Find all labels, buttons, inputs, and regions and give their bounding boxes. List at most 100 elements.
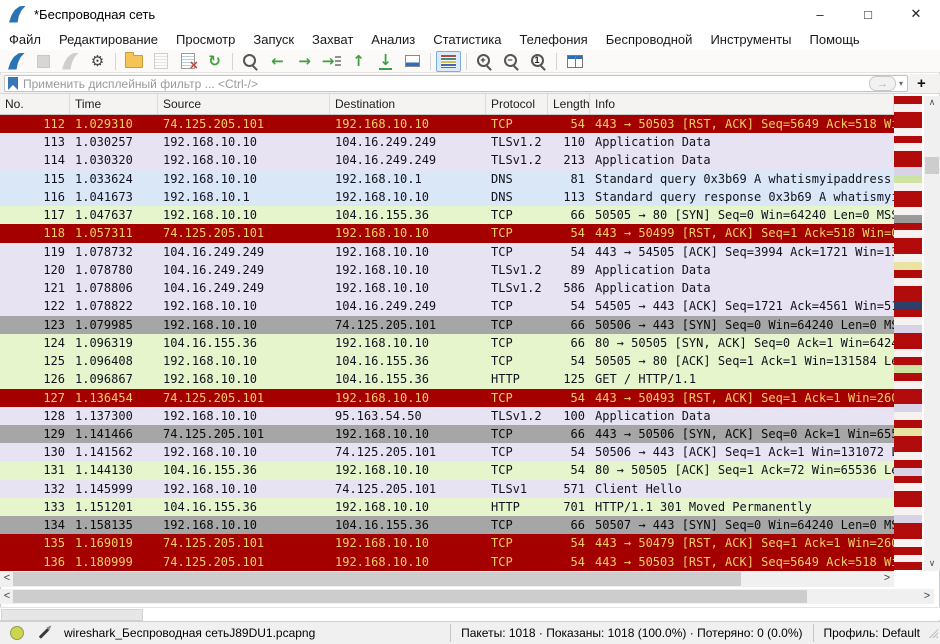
expert-info-icon[interactable] <box>10 626 24 640</box>
close-button[interactable]: ✕ <box>892 0 940 28</box>
packet-row[interactable]: 1341.158135192.168.10.10104.16.155.36TCP… <box>0 516 894 534</box>
zoom-in-button[interactable]: + <box>472 51 497 72</box>
open-file-button[interactable] <box>121 51 146 72</box>
menu-item-1[interactable]: Редактирование <box>50 32 167 47</box>
display-filter-box[interactable]: → ▾ <box>4 75 908 92</box>
cell-length: 54 <box>548 553 590 571</box>
profile-selector[interactable]: Профиль: Default <box>813 624 929 642</box>
menu-item-2[interactable]: Просмотр <box>167 32 244 47</box>
packet-row[interactable]: 1131.030257192.168.10.10104.16.249.249TL… <box>0 133 894 151</box>
scroll-left-icon[interactable]: < <box>0 571 14 587</box>
go-forward-button[interactable]: → <box>292 51 317 72</box>
resize-columns-button[interactable] <box>562 51 587 72</box>
minimize-button[interactable]: – <box>796 0 844 28</box>
go-back-button[interactable]: ← <box>265 51 290 72</box>
packet-row[interactable]: 1221.078822192.168.10.10104.16.249.249TC… <box>0 297 894 315</box>
go-to-packet-button[interactable]: → <box>319 51 344 72</box>
display-filter-input[interactable] <box>23 77 869 91</box>
menu-item-8[interactable]: Беспроводной <box>597 32 702 47</box>
capture-options-button[interactable]: ⚙ <box>85 51 110 72</box>
packet-row[interactable]: 1201.078780104.16.249.249192.168.10.10TL… <box>0 261 894 279</box>
menu-item-10[interactable]: Помощь <box>801 32 869 47</box>
scroll-down-icon[interactable]: ∨ <box>924 557 940 571</box>
reload-button[interactable]: ↻ <box>202 51 227 72</box>
column-header-length[interactable]: Length <box>548 94 590 114</box>
menu-item-6[interactable]: Статистика <box>424 32 510 47</box>
filter-dropdown-icon[interactable]: ▾ <box>899 79 903 88</box>
lower-hscrollbar[interactable]: < > <box>0 589 934 604</box>
add-filter-button[interactable]: + <box>917 75 926 92</box>
packet-row[interactable]: 1151.033624192.168.10.10192.168.10.1DNS8… <box>0 170 894 188</box>
menu-item-0[interactable]: Файл <box>0 32 50 47</box>
packet-row[interactable]: 1311.144130104.16.155.36192.168.10.10TCP… <box>0 461 894 479</box>
cell-no: 112 <box>0 115 70 133</box>
packet-list-hscrollbar[interactable]: < > <box>0 571 894 587</box>
packet-row[interactable]: 1121.02931074.125.205.101192.168.10.10TC… <box>0 115 894 133</box>
packet-row[interactable]: 1171.047637192.168.10.10104.16.155.36TCP… <box>0 206 894 224</box>
scroll-right-icon[interactable]: > <box>880 571 894 587</box>
go-last-button[interactable]: ↓ <box>373 51 398 72</box>
vertical-scrollbar[interactable]: ∧ ∨ <box>924 96 940 571</box>
packet-row[interactable]: 1211.078806104.16.249.249192.168.10.10TL… <box>0 279 894 297</box>
go-first-button[interactable]: ↑ <box>346 51 371 72</box>
scroll-left-icon[interactable]: < <box>0 589 14 604</box>
hscrollbar-thumb[interactable] <box>13 572 741 586</box>
cell-protocol: TCP <box>486 534 548 552</box>
cell-time: 1.057311 <box>70 224 158 242</box>
packet-row[interactable]: 1191.078732104.16.249.249192.168.10.10TC… <box>0 243 894 261</box>
column-header-destination[interactable]: Destination <box>330 94 486 114</box>
apply-filter-button[interactable]: → <box>869 76 896 91</box>
cell-no: 120 <box>0 261 70 279</box>
scroll-up-icon[interactable]: ∧ <box>924 96 940 110</box>
packet-row[interactable]: 1231.079985192.168.10.1074.125.205.101TC… <box>0 316 894 334</box>
packet-row[interactable]: 1271.13645474.125.205.101192.168.10.10TC… <box>0 389 894 407</box>
start-capture-button[interactable] <box>4 51 29 72</box>
packet-row[interactable]: 1291.14146674.125.205.101192.168.10.10TC… <box>0 425 894 443</box>
save-file-button[interactable] <box>148 51 173 72</box>
capture-comment-icon[interactable] <box>39 628 50 639</box>
packet-row[interactable]: 1331.151201104.16.155.36192.168.10.10HTT… <box>0 498 894 516</box>
find-packet-button[interactable] <box>238 51 263 72</box>
packet-row[interactable]: 1181.05731174.125.205.101192.168.10.10TC… <box>0 224 894 242</box>
column-header-source[interactable]: Source <box>158 94 330 114</box>
packet-row[interactable]: 1251.096408192.168.10.10104.16.155.36TCP… <box>0 352 894 370</box>
column-header-info[interactable]: Info <box>590 94 894 114</box>
resize-grip[interactable] <box>928 628 938 638</box>
bookmark-icon[interactable] <box>8 77 18 90</box>
column-header-protocol[interactable]: Protocol <box>486 94 548 114</box>
menu-item-4[interactable]: Захват <box>303 32 362 47</box>
packet-row[interactable]: 1321.145999192.168.10.1074.125.205.101TL… <box>0 480 894 498</box>
vertical-scrollbar-thumb[interactable] <box>925 157 939 174</box>
maximize-button[interactable]: □ <box>844 0 892 28</box>
hscrollbar-thumb[interactable] <box>13 590 807 603</box>
close-file-button[interactable] <box>175 51 200 72</box>
colorize-button[interactable] <box>436 51 461 72</box>
column-header-no[interactable]: No. <box>0 94 70 114</box>
packet-row[interactable]: 1281.137300192.168.10.1095.163.54.50TLSv… <box>0 407 894 425</box>
menu-item-9[interactable]: Инструменты <box>701 32 800 47</box>
menu-item-5[interactable]: Анализ <box>362 32 424 47</box>
cell-info: Standard query 0x3b69 A whatismyipaddres… <box>590 170 894 188</box>
zoom-out-button[interactable]: − <box>499 51 524 72</box>
packet-row[interactable]: 1301.141562192.168.10.1074.125.205.101TC… <box>0 443 894 461</box>
pane-scrollbar-thumb[interactable] <box>1 609 143 621</box>
menu-item-7[interactable]: Телефония <box>510 32 596 47</box>
restart-capture-button[interactable] <box>58 51 83 72</box>
auto-scroll-button[interactable] <box>400 51 425 72</box>
intelligent-scrollbar-map[interactable] <box>894 96 922 571</box>
column-header-time[interactable]: Time <box>70 94 158 114</box>
stop-capture-button[interactable] <box>31 51 56 72</box>
scroll-right-icon[interactable]: > <box>920 589 934 604</box>
packet-row[interactable]: 1241.096319104.16.155.36192.168.10.10TCP… <box>0 334 894 352</box>
packet-row[interactable]: 1261.096867192.168.10.10104.16.155.36HTT… <box>0 370 894 388</box>
zoom-100-button[interactable]: 1 <box>526 51 551 72</box>
save-doc-icon <box>154 53 168 69</box>
collapsed-pane-scrollbar[interactable] <box>0 607 940 620</box>
minimap-stripe <box>894 452 922 460</box>
packet-row[interactable]: 1351.16901974.125.205.101192.168.10.10TC… <box>0 534 894 552</box>
packet-row[interactable]: 1161.041673192.168.10.1192.168.10.10DNS1… <box>0 188 894 206</box>
menu-item-3[interactable]: Запуск <box>244 32 303 47</box>
packet-row[interactable]: 1361.18099974.125.205.101192.168.10.10TC… <box>0 553 894 571</box>
cell-protocol: TCP <box>486 516 548 534</box>
packet-row[interactable]: 1141.030320192.168.10.10104.16.249.249TL… <box>0 151 894 169</box>
